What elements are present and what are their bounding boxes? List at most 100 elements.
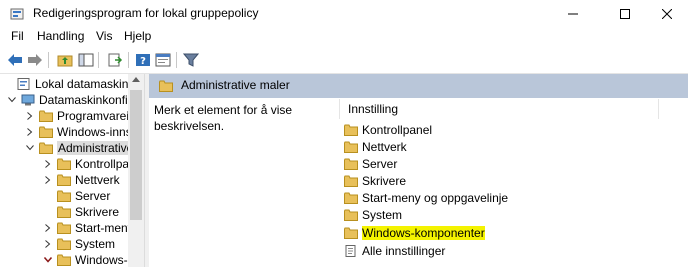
list-item-control-panel[interactable]: Kontrollpanel <box>344 122 432 138</box>
toolbar-separator <box>48 52 49 68</box>
folder-icon <box>39 126 53 138</box>
forward-button[interactable] <box>26 51 44 69</box>
folder-icon <box>344 227 358 239</box>
folder-icon <box>344 175 358 187</box>
folder-icon <box>57 206 71 218</box>
app-icon <box>10 8 24 20</box>
column-header-label: Innstilling <box>348 102 399 116</box>
column-header-setting[interactable]: Innstilling <box>339 99 688 119</box>
chevron-right-icon[interactable] <box>43 156 53 172</box>
console-tree: Lokal datamaskin-po Datamaskinkonfig Pro… <box>0 74 143 267</box>
folder-icon <box>57 174 71 186</box>
toolbar-separator <box>98 52 99 68</box>
toolbar: ? <box>0 49 688 71</box>
toolbar-separator <box>128 52 129 68</box>
properties-icon <box>155 53 171 67</box>
toolbar-separator <box>176 52 177 68</box>
folder-icon <box>344 192 358 204</box>
list-item-network[interactable]: Nettverk <box>344 139 407 155</box>
tree-item-system[interactable]: System <box>43 236 115 252</box>
list-item-windows-components[interactable]: Windows-komponenter <box>344 225 485 241</box>
folder-icon <box>57 222 71 234</box>
folder-icon <box>159 80 173 92</box>
menu-help[interactable]: Hjelp <box>124 29 151 43</box>
column-separator[interactable] <box>658 99 659 119</box>
list-item-printers[interactable]: Skrivere <box>344 173 406 189</box>
chevron-down-icon[interactable] <box>25 140 35 156</box>
folder-icon <box>344 141 358 153</box>
chevron-down-icon[interactable] <box>7 92 17 108</box>
forward-arrow-icon <box>28 54 42 66</box>
chevron-right-icon[interactable] <box>25 124 35 140</box>
export-list-button[interactable] <box>106 51 124 69</box>
list-item-system[interactable]: System <box>344 207 402 223</box>
tree-item-administrative-templates[interactable]: Administrative <box>25 140 135 156</box>
tree-expander-blank <box>43 204 53 220</box>
chevron-right-icon[interactable] <box>25 108 35 124</box>
pane-splitter[interactable] <box>144 74 149 267</box>
close-icon <box>662 9 672 19</box>
tree-scrollbar[interactable] <box>128 74 144 267</box>
computer-icon <box>21 94 35 106</box>
tree-item-server[interactable]: Server <box>43 188 110 204</box>
list-item-all-settings[interactable]: Alle innstillinger <box>344 243 445 259</box>
minimize-button[interactable] <box>550 0 596 28</box>
back-arrow-icon <box>8 54 22 66</box>
folder-icon <box>57 190 71 202</box>
menu-file[interactable]: Fil <box>11 29 24 43</box>
chevron-right-icon[interactable] <box>43 236 53 252</box>
folder-icon <box>344 158 358 170</box>
maximize-button[interactable] <box>602 0 648 28</box>
list-item-start-menu-taskbar[interactable]: Start-meny og oppgavelinje <box>344 190 508 206</box>
show-hide-tree-button[interactable] <box>77 51 95 69</box>
tree-item-computer-configuration[interactable]: Datamaskinkonfig <box>7 92 134 108</box>
chevron-right-icon[interactable] <box>43 220 53 236</box>
close-button[interactable] <box>644 0 688 28</box>
tree-item-windows-components[interactable]: Windows- <box>43 252 128 267</box>
svg-text:?: ? <box>140 56 146 67</box>
details-header-title: Administrative maler <box>181 78 290 92</box>
scroll-up-arrow-icon[interactable] <box>132 77 140 82</box>
description-text: Merk et element for å vise beskrivelsen. <box>154 103 293 133</box>
back-button[interactable] <box>6 51 24 69</box>
folder-icon <box>57 158 71 170</box>
menu-bar: Fil Handling Vis Hjelp <box>0 29 688 45</box>
folder-icon <box>39 142 53 154</box>
folder-icon <box>57 238 71 250</box>
console-tree-icon <box>78 53 94 67</box>
scroll-thumb[interactable] <box>130 90 142 220</box>
tree-expander-blank <box>43 188 53 204</box>
tree-item-control-panel[interactable]: Kontrollpa <box>43 156 129 172</box>
help-icon: ? <box>136 54 150 67</box>
help-button[interactable]: ? <box>134 51 152 69</box>
tree-item-windows-settings[interactable]: Windows-inns <box>25 124 132 140</box>
maximize-icon <box>620 9 630 19</box>
minimize-icon <box>568 13 578 15</box>
filter-icon <box>183 53 199 67</box>
menu-view[interactable]: Vis <box>96 29 112 43</box>
list-item-server[interactable]: Server <box>344 156 397 172</box>
chevron-down-icon[interactable] <box>43 252 53 267</box>
settings-list-icon <box>345 245 356 257</box>
tree-item-start-menu[interactable]: Start-meny <box>43 220 134 236</box>
policy-icon <box>17 78 30 90</box>
export-list-icon <box>108 53 123 67</box>
folder-icon <box>344 209 358 221</box>
up-folder-icon <box>57 55 73 67</box>
folder-icon <box>39 110 53 122</box>
filter-button[interactable] <box>182 51 200 69</box>
tree-item-software-settings[interactable]: Programvarei <box>25 108 129 124</box>
tree-expander-blank <box>3 76 13 92</box>
properties-button[interactable] <box>154 51 172 69</box>
folder-icon <box>344 124 358 136</box>
title-bar: Redigeringsprogram for lokal gruppepolic… <box>0 0 688 28</box>
folder-icon <box>57 254 71 266</box>
details-header: Administrative maler <box>149 74 688 98</box>
tree-item-local-computer-policy[interactable]: Lokal datamaskin-po <box>3 76 143 92</box>
window-title: Redigeringsprogram for lokal gruppepolic… <box>33 6 259 20</box>
up-folder-button[interactable] <box>56 51 74 69</box>
tree-item-network[interactable]: Nettverk <box>43 172 120 188</box>
menu-action[interactable]: Handling <box>37 29 84 43</box>
chevron-right-icon[interactable] <box>43 172 53 188</box>
tree-item-printers[interactable]: Skrivere <box>43 204 119 220</box>
